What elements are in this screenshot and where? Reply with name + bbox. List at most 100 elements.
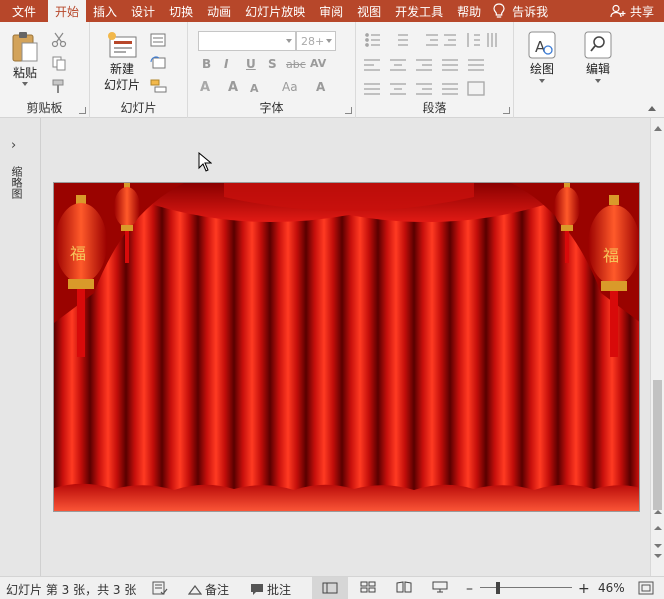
drawing-button[interactable]: A 绘图 bbox=[524, 30, 560, 83]
grow-font-button[interactable]: A bbox=[228, 80, 238, 95]
search-icon bbox=[584, 31, 612, 59]
clear-format-button[interactable]: A bbox=[316, 80, 325, 94]
editing-button[interactable]: 编辑 bbox=[578, 30, 618, 83]
svg-text:A: A bbox=[535, 38, 546, 56]
italic-button[interactable]: I bbox=[224, 57, 228, 71]
paintbrush-icon bbox=[52, 79, 64, 93]
prev-slide-icon-2[interactable] bbox=[654, 526, 662, 530]
group-slides: 新建 幻灯片 幻灯片 bbox=[90, 22, 188, 118]
tab-view[interactable]: 视图 bbox=[350, 0, 388, 22]
underline-button[interactable]: U bbox=[246, 57, 256, 71]
menu-file[interactable]: 文件 bbox=[0, 0, 48, 22]
presenter-icon bbox=[432, 581, 448, 593]
copy-button[interactable] bbox=[50, 55, 68, 71]
zoom-out-button[interactable]: – bbox=[466, 581, 473, 597]
clipboard-launcher-icon[interactable] bbox=[79, 107, 86, 114]
tab-review[interactable]: 审阅 bbox=[312, 0, 350, 22]
tab-transitions[interactable]: 切换 bbox=[162, 0, 200, 22]
sorter-view-button[interactable] bbox=[360, 581, 376, 593]
normal-view-icon bbox=[322, 582, 338, 594]
reading-view-button[interactable] bbox=[396, 581, 412, 593]
share-label: 共享 bbox=[629, 4, 654, 19]
tab-slideshow[interactable]: 幻灯片放映 bbox=[238, 0, 312, 22]
slideshow-view-button[interactable] bbox=[432, 581, 448, 593]
scissors-icon bbox=[51, 32, 67, 48]
font-size-value: 28+ bbox=[301, 34, 325, 48]
change-case-button[interactable]: Aa bbox=[282, 80, 298, 94]
vertical-scrollbar[interactable] bbox=[650, 118, 664, 576]
font-launcher-icon[interactable] bbox=[345, 107, 352, 114]
prev-slide-icon[interactable] bbox=[654, 510, 662, 514]
paste-label: 粘贴 bbox=[12, 66, 37, 80]
next-slide-icon-2[interactable] bbox=[654, 554, 662, 558]
clipboard-icon bbox=[12, 32, 38, 62]
cut-button[interactable] bbox=[50, 32, 68, 48]
zoom-slider[interactable] bbox=[480, 587, 572, 588]
tab-help[interactable]: 帮助 bbox=[450, 0, 488, 22]
menu-bar: 文件 开始 插入 设计 切换 动画 幻灯片放映 审阅 视图 开发工具 帮助 告诉… bbox=[0, 0, 664, 22]
bold-button[interactable]: B bbox=[202, 57, 211, 71]
group-drawing: A 绘图 bbox=[514, 22, 570, 118]
paste-dropdown-arrow[interactable] bbox=[22, 82, 28, 86]
drawing-label: 绘图 bbox=[529, 62, 554, 76]
clipboard-group-label: 剪贴板 bbox=[26, 101, 63, 115]
scroll-thumb[interactable] bbox=[653, 380, 662, 510]
font-group-label: 字体 bbox=[259, 101, 284, 115]
zoom-slider-thumb[interactable] bbox=[496, 582, 500, 594]
menu-spacer bbox=[560, 0, 610, 22]
font-size-input[interactable]: 28+ bbox=[296, 31, 336, 51]
shrink-font-button[interactable]: A bbox=[250, 82, 259, 95]
grid-view-icon bbox=[360, 581, 376, 593]
section-button[interactable] bbox=[150, 78, 168, 94]
paragraph-group-label: 段落 bbox=[422, 101, 447, 115]
tab-insert[interactable]: 插入 bbox=[86, 0, 124, 22]
format-painter-button[interactable] bbox=[50, 78, 68, 94]
tab-design[interactable]: 设计 bbox=[124, 0, 162, 22]
layout-button[interactable] bbox=[150, 32, 168, 48]
strikethrough-button[interactable]: S bbox=[268, 57, 277, 71]
editing-dropdown-arrow[interactable] bbox=[595, 79, 601, 83]
abc-button[interactable]: abc bbox=[286, 58, 306, 71]
group-editing: 编辑 bbox=[570, 22, 626, 118]
tab-animations[interactable]: 动画 bbox=[200, 0, 238, 22]
paste-button[interactable]: 粘贴 bbox=[8, 30, 42, 86]
paragraph-launcher-icon[interactable] bbox=[503, 107, 510, 114]
expand-pane-icon[interactable]: › bbox=[11, 138, 16, 153]
share-button[interactable]: 共享 bbox=[610, 0, 664, 22]
comment-icon bbox=[251, 584, 263, 595]
normal-view-button[interactable] bbox=[312, 577, 348, 599]
fit-slide-button[interactable] bbox=[638, 581, 654, 595]
new-slide-label-2: 幻灯片 bbox=[103, 78, 140, 92]
thumbnail-label: 缩略图 bbox=[10, 166, 23, 199]
new-slide-button[interactable]: 新建 幻灯片 bbox=[98, 30, 146, 92]
slide-indicator: 幻灯片 第 3 张，共 3 张 bbox=[6, 581, 136, 598]
tell-me-label: 告诉我 bbox=[512, 4, 549, 19]
drawing-dropdown-arrow[interactable] bbox=[539, 79, 545, 83]
reset-slide-button[interactable] bbox=[150, 55, 168, 71]
tab-developer[interactable]: 开发工具 bbox=[388, 0, 450, 22]
font-name-input[interactable] bbox=[198, 31, 296, 51]
svg-text:福: 福 bbox=[603, 246, 619, 265]
spellcheck-icon[interactable] bbox=[152, 581, 168, 595]
section-icon bbox=[150, 79, 167, 93]
font-color-button[interactable]: A bbox=[200, 80, 210, 95]
reset-icon bbox=[150, 56, 166, 69]
tell-me-box[interactable]: 告诉我 bbox=[488, 0, 560, 22]
collapse-ribbon-icon[interactable] bbox=[648, 106, 656, 111]
slide-canvas[interactable]: 福 福 bbox=[53, 182, 640, 512]
scroll-up-icon[interactable] bbox=[654, 126, 662, 131]
group-clipboard: 粘贴 剪贴板 bbox=[0, 22, 90, 118]
paragraph-icons bbox=[364, 33, 497, 96]
comments-button[interactable]: 批注 bbox=[250, 581, 291, 598]
zoom-in-button[interactable]: + bbox=[578, 581, 590, 597]
char-spacing-button[interactable]: AV bbox=[310, 57, 326, 70]
next-slide-icon[interactable] bbox=[654, 544, 662, 548]
comments-label: 批注 bbox=[267, 583, 292, 597]
zoom-level-text: 46% bbox=[598, 581, 625, 595]
zoom-level[interactable]: 46% bbox=[598, 581, 625, 595]
lightbulb-icon bbox=[493, 3, 505, 18]
notes-button[interactable]: 备注 bbox=[188, 581, 229, 598]
editing-label: 编辑 bbox=[585, 62, 610, 76]
tab-home[interactable]: 开始 bbox=[48, 0, 87, 22]
notes-label: 备注 bbox=[205, 583, 230, 597]
